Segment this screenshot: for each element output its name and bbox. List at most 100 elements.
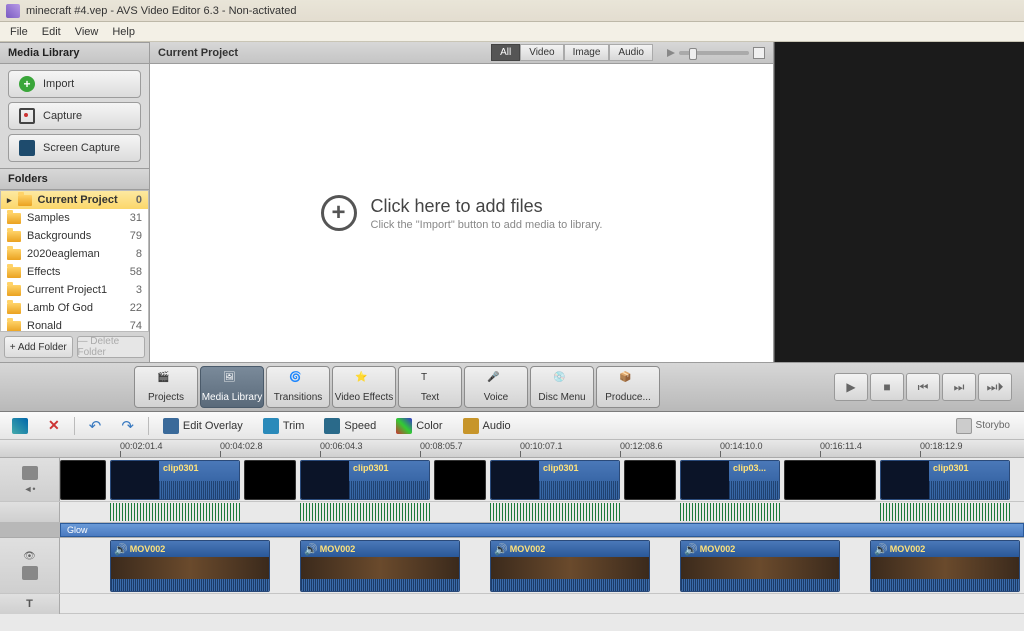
capture-label: Capture [43,110,82,122]
storyboard-toggle[interactable]: Storybo [956,418,1018,434]
folder-icon [7,249,21,260]
black-gap[interactable] [60,460,106,500]
text-track-head[interactable]: T [0,594,60,614]
folder-row-7[interactable]: Ronald74 [1,317,148,332]
redo-button[interactable]: ↷ [115,415,140,437]
preview-video [775,42,1024,362]
color-icon [396,418,412,434]
storyboard-icon [956,418,972,434]
menu-help[interactable]: Help [106,24,141,40]
filter-video[interactable]: Video [520,44,563,61]
folder-row-3[interactable]: 2020eagleman8 [1,245,148,263]
text-track[interactable] [60,594,1024,613]
menu-view[interactable]: View [69,24,105,40]
menu-edit[interactable]: Edit [36,24,67,40]
edit-overlay-button[interactable]: Edit Overlay [157,416,249,436]
filter-tabs: AllVideoImageAudio [491,44,653,61]
mode-media-library[interactable]: 🖼Media Library [200,366,264,408]
video-track[interactable]: clip0301 clip0301 clip0301 clip03... clip030… [60,458,1024,501]
video-clip-2[interactable]: clip0301 [490,460,620,500]
delete-button[interactable]: ✕ [42,415,66,436]
clip-thumb [881,461,929,499]
next-button[interactable]: ⏭ [942,373,976,401]
play-button[interactable]: ▶ [834,373,868,401]
folder-icon [7,285,21,296]
scissors-button[interactable] [6,416,34,436]
project-body[interactable]: + Click here to add files Click the "Imp… [150,64,773,362]
effect-glow[interactable]: Glow [60,523,1024,537]
overlay-icon [22,566,38,580]
video-track-head[interactable]: ◄• [0,458,60,501]
video-clip-4[interactable]: clip0301 [880,460,1010,500]
capture-button[interactable]: Capture [8,102,141,130]
timeline-ruler[interactable]: 00:02:01.400:04:02.800:06:04.300:08:05.7… [0,440,1024,458]
empty-title: Click here to add files [371,196,603,217]
speed-button[interactable]: Speed [318,416,382,436]
black-gap[interactable] [434,460,486,500]
folder-icon [7,267,21,278]
mode-projects[interactable]: 🎬Projects [134,366,198,408]
overlay-clip-0[interactable]: 🔊MOV002 [110,540,270,592]
end-button[interactable]: ⏭⏵ [978,373,1012,401]
color-button[interactable]: Color [390,416,448,436]
audio-button[interactable]: Audio [457,416,517,436]
clip-thumb [111,461,159,499]
undo-button[interactable]: ↶ [83,415,108,437]
video-clip-3[interactable]: clip03... [680,460,780,500]
mode-produce-[interactable]: 📦Produce... [596,366,660,408]
filter-image[interactable]: Image [564,44,610,61]
black-gap[interactable] [244,460,296,500]
mode-bar: 🎬Projects🖼Media Library🌀Transitions⭐Vide… [0,362,1024,412]
overlay-track-head[interactable]: 👁 [0,538,60,593]
overlay-clip-2[interactable]: 🔊MOV002 [490,540,650,592]
delete-folder-button: — Delete Folder [77,336,146,358]
folder-list: ▸Current Project0Samples31Backgrounds792… [0,190,149,332]
import-label: Import [43,78,74,90]
black-gap[interactable] [784,460,876,500]
import-button[interactable]: + Import [8,70,141,98]
zoom-fit-icon[interactable] [753,47,765,59]
folder-row-6[interactable]: Lamb Of God22 [1,299,148,317]
mode-transitions[interactable]: 🌀Transitions [266,366,330,408]
zoom-control[interactable] [667,47,765,59]
menu-file[interactable]: File [4,24,34,40]
filter-all[interactable]: All [491,44,520,61]
overlay-clip-4[interactable]: 🔊MOV002 [870,540,1020,592]
filter-audio[interactable]: Audio [609,44,653,61]
monitor-icon [19,140,35,156]
mode-video-effects[interactable]: ⭐Video Effects [332,366,396,408]
video-clip-0[interactable]: clip0301 [110,460,240,500]
screen-capture-button[interactable]: Screen Capture [8,134,141,162]
mode-text[interactable]: TText [398,366,462,408]
folder-row-5[interactable]: Current Project13 [1,281,148,299]
prev-button[interactable]: ⏮ [906,373,940,401]
folder-row-2[interactable]: Backgrounds79 [1,227,148,245]
trim-icon [263,418,279,434]
folder-row-0[interactable]: ▸Current Project0 [1,191,148,209]
plus-icon: + [19,76,35,92]
empty-subtitle: Click the "Import" button to add media t… [371,219,603,231]
zoom-slider[interactable] [679,51,749,55]
add-files-icon[interactable]: + [321,195,357,231]
stop-button[interactable]: ■ [870,373,904,401]
project-header: Current Project AllVideoImageAudio [150,42,773,64]
mode-disc-menu[interactable]: 💿Disc Menu [530,366,594,408]
trim-button[interactable]: Trim [257,416,311,436]
folder-icon [7,213,21,224]
folder-row-4[interactable]: Effects58 [1,263,148,281]
edit-toolbar: ✕ ↶ ↷ Edit Overlay Trim Speed Color Audi… [0,412,1024,440]
audio-icon [463,418,479,434]
window-title: minecraft #4.vep - AVS Video Editor 6.3 … [26,5,296,17]
mode-voice[interactable]: 🎤Voice [464,366,528,408]
video-clip-1[interactable]: clip0301 [300,460,430,500]
overlay-clip-1[interactable]: 🔊MOV002 [300,540,460,592]
overlay-clip-3[interactable]: 🔊MOV002 [680,540,840,592]
playback-controls: ▶ ■ ⏮ ⏭ ⏭⏵ [834,373,1020,401]
black-gap[interactable] [624,460,676,500]
folder-icon [7,321,21,332]
folder-row-1[interactable]: Samples31 [1,209,148,227]
clip-thumb [491,461,539,499]
folder-icon [7,231,21,242]
add-folder-button[interactable]: + Add Folder [4,336,73,358]
overlay-track[interactable]: 🔊MOV002 🔊MOV002 🔊MOV002 🔊MOV002 🔊MOV002 [60,538,1024,593]
